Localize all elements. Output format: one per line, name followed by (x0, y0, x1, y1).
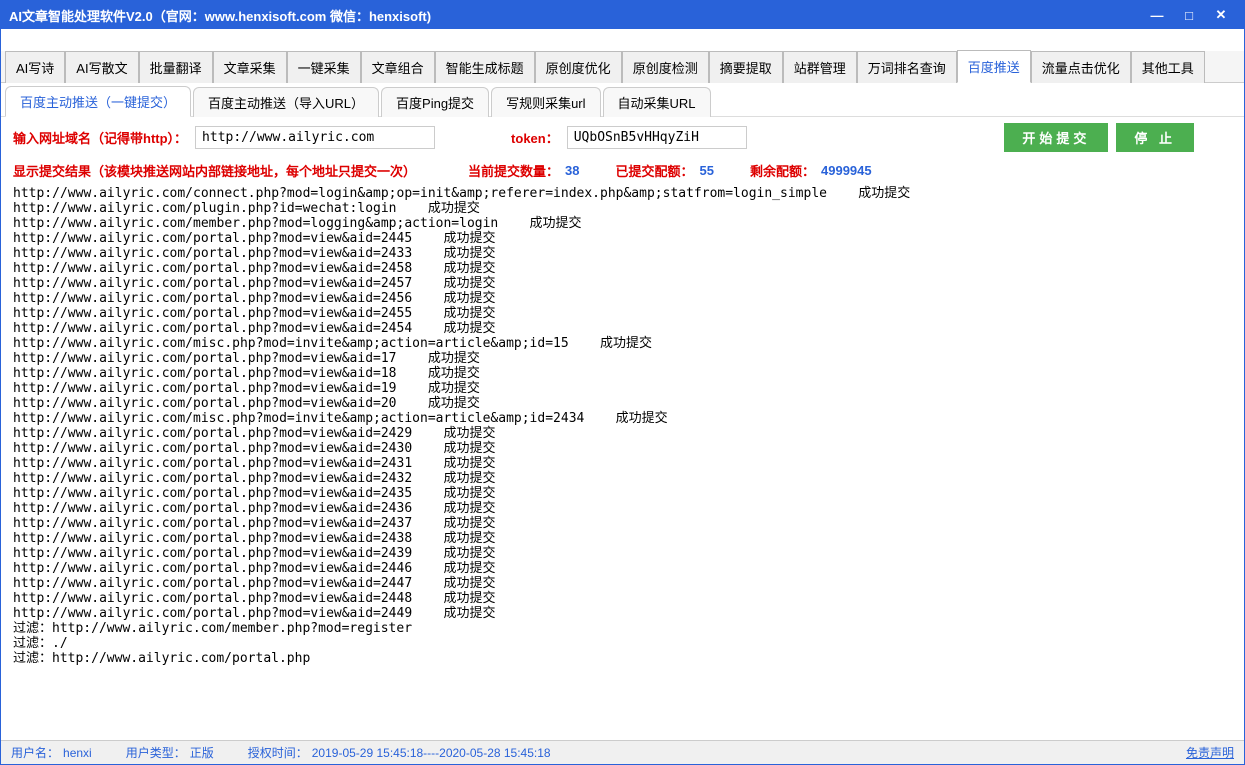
log-line: http://www.ailyric.com/portal.php?mod=vi… (13, 306, 1232, 321)
window-controls: — □ ✕ (1142, 5, 1236, 25)
user-value: henxi (63, 746, 92, 760)
log-line: http://www.ailyric.com/portal.php?mod=vi… (13, 231, 1232, 246)
log-line: http://www.ailyric.com/portal.php?mod=vi… (13, 471, 1232, 486)
log-line: http://www.ailyric.com/portal.php?mod=vi… (13, 396, 1232, 411)
statusbar: 用户名： henxi 用户类型： 正版 授权时间： 2019-05-29 15:… (1, 740, 1244, 764)
log-line: http://www.ailyric.com/portal.php?mod=vi… (13, 441, 1232, 456)
main-tab-6[interactable]: 智能生成标题 (435, 51, 535, 83)
log-line: 过滤：http://www.ailyric.com/member.php?mod… (13, 621, 1232, 636)
log-line: http://www.ailyric.com/portal.php?mod=vi… (13, 321, 1232, 336)
log-line: http://www.ailyric.com/misc.php?mod=invi… (13, 336, 1232, 351)
main-tabbar: AI写诗AI写散文批量翻译文章采集一键采集文章组合智能生成标题原创度优化原创度检… (1, 51, 1244, 83)
submitted-quota-value: 55 (700, 163, 714, 178)
log-line: http://www.ailyric.com/portal.php?mod=vi… (13, 576, 1232, 591)
auth-value: 2019-05-29 15:45:18----2020-05-28 15:45:… (312, 746, 551, 760)
log-line: http://www.ailyric.com/portal.php?mod=vi… (13, 426, 1232, 441)
domain-input[interactable] (195, 126, 435, 149)
log-line: http://www.ailyric.com/plugin.php?id=wec… (13, 201, 1232, 216)
current-count-label: 当前提交数量： (468, 161, 559, 180)
log-line: http://www.ailyric.com/portal.php?mod=vi… (13, 261, 1232, 276)
result-label: 显示提交结果（该模块推送网站内部链接地址，每个地址只提交一次） (13, 161, 416, 180)
log-line: http://www.ailyric.com/portal.php?mod=vi… (13, 546, 1232, 561)
log-line: http://www.ailyric.com/portal.php?mod=vi… (13, 276, 1232, 291)
main-tab-9[interactable]: 摘要提取 (709, 51, 783, 83)
submitted-quota-label: 已提交配额： (616, 161, 694, 180)
user-label: 用户名： (11, 744, 59, 761)
stats-row: 显示提交结果（该模块推送网站内部链接地址，每个地址只提交一次） 当前提交数量： … (1, 157, 1244, 184)
main-tab-7[interactable]: 原创度优化 (535, 51, 622, 83)
main-tab-11[interactable]: 万词排名查询 (857, 51, 957, 83)
domain-label: 输入网址域名（记得带http）： (13, 128, 187, 147)
usertype-value: 正版 (190, 744, 214, 761)
log-line: http://www.ailyric.com/member.php?mod=lo… (13, 216, 1232, 231)
current-count-value: 38 (565, 163, 579, 178)
log-line: http://www.ailyric.com/portal.php?mod=vi… (13, 366, 1232, 381)
log-line: 过滤：http://www.ailyric.com/portal.php (13, 651, 1232, 666)
log-line: http://www.ailyric.com/portal.php?mod=vi… (13, 246, 1232, 261)
main-tab-12[interactable]: 百度推送 (957, 50, 1031, 83)
log-line: http://www.ailyric.com/portal.php?mod=vi… (13, 291, 1232, 306)
main-tab-2[interactable]: 批量翻译 (139, 51, 213, 83)
main-tab-5[interactable]: 文章组合 (361, 51, 435, 83)
auth-label: 授权时间： (248, 744, 308, 761)
log-line: http://www.ailyric.com/portal.php?mod=vi… (13, 516, 1232, 531)
log-line: http://www.ailyric.com/portal.php?mod=vi… (13, 591, 1232, 606)
log-line: http://www.ailyric.com/misc.php?mod=invi… (13, 411, 1232, 426)
log-container: http://www.ailyric.com/connect.php?mod=l… (1, 184, 1244, 740)
log-line: http://www.ailyric.com/portal.php?mod=vi… (13, 606, 1232, 621)
main-tab-4[interactable]: 一键采集 (287, 51, 361, 83)
log-line: http://www.ailyric.com/connect.php?mod=l… (13, 186, 1232, 201)
sub-tab-0[interactable]: 百度主动推送（一键提交） (5, 86, 191, 117)
main-tab-14[interactable]: 其他工具 (1131, 51, 1205, 83)
disclaimer-link[interactable]: 免责声明 (1186, 744, 1234, 761)
log-output[interactable]: http://www.ailyric.com/connect.php?mod=l… (1, 184, 1244, 740)
main-tab-10[interactable]: 站群管理 (783, 51, 857, 83)
input-row: 输入网址域名（记得带http）： token： 开始提交 停 止 (1, 117, 1244, 157)
log-line: http://www.ailyric.com/portal.php?mod=vi… (13, 351, 1232, 366)
titlebar[interactable]: AI文章智能处理软件V2.0（官网：www.henxisoft.com 微信：h… (1, 1, 1244, 29)
sub-tab-4[interactable]: 自动采集URL (603, 87, 711, 117)
window-title: AI文章智能处理软件V2.0（官网：www.henxisoft.com 微信：h… (9, 6, 1142, 25)
token-input[interactable] (567, 126, 747, 149)
log-line: http://www.ailyric.com/portal.php?mod=vi… (13, 456, 1232, 471)
remaining-quota-value: 4999945 (821, 163, 872, 178)
main-tab-0[interactable]: AI写诗 (5, 51, 65, 83)
start-button[interactable]: 开始提交 (1004, 123, 1108, 152)
sub-tab-1[interactable]: 百度主动推送（导入URL） (193, 87, 379, 117)
sub-tab-3[interactable]: 写规则采集url (491, 87, 600, 117)
token-label: token： (511, 128, 559, 147)
maximize-button[interactable]: □ (1174, 5, 1204, 25)
close-button[interactable]: ✕ (1206, 5, 1236, 25)
log-line: 过滤：./ (13, 636, 1232, 651)
log-line: http://www.ailyric.com/portal.php?mod=vi… (13, 381, 1232, 396)
sub-tabbar: 百度主动推送（一键提交）百度主动推送（导入URL）百度Ping提交写规则采集ur… (1, 89, 1244, 117)
remaining-quota-label: 剩余配额： (750, 161, 815, 180)
main-tab-1[interactable]: AI写散文 (65, 51, 138, 83)
log-line: http://www.ailyric.com/portal.php?mod=vi… (13, 531, 1232, 546)
log-line: http://www.ailyric.com/portal.php?mod=vi… (13, 486, 1232, 501)
log-line: http://www.ailyric.com/portal.php?mod=vi… (13, 561, 1232, 576)
main-tab-8[interactable]: 原创度检测 (622, 51, 709, 83)
sub-tab-2[interactable]: 百度Ping提交 (381, 87, 489, 117)
main-tab-3[interactable]: 文章采集 (213, 51, 287, 83)
log-line: http://www.ailyric.com/portal.php?mod=vi… (13, 501, 1232, 516)
usertype-label: 用户类型： (126, 744, 186, 761)
app-window: AI文章智能处理软件V2.0（官网：www.henxisoft.com 微信：h… (0, 0, 1245, 765)
minimize-button[interactable]: — (1142, 5, 1172, 25)
stop-button[interactable]: 停 止 (1116, 123, 1194, 152)
main-tab-13[interactable]: 流量点击优化 (1031, 51, 1131, 83)
